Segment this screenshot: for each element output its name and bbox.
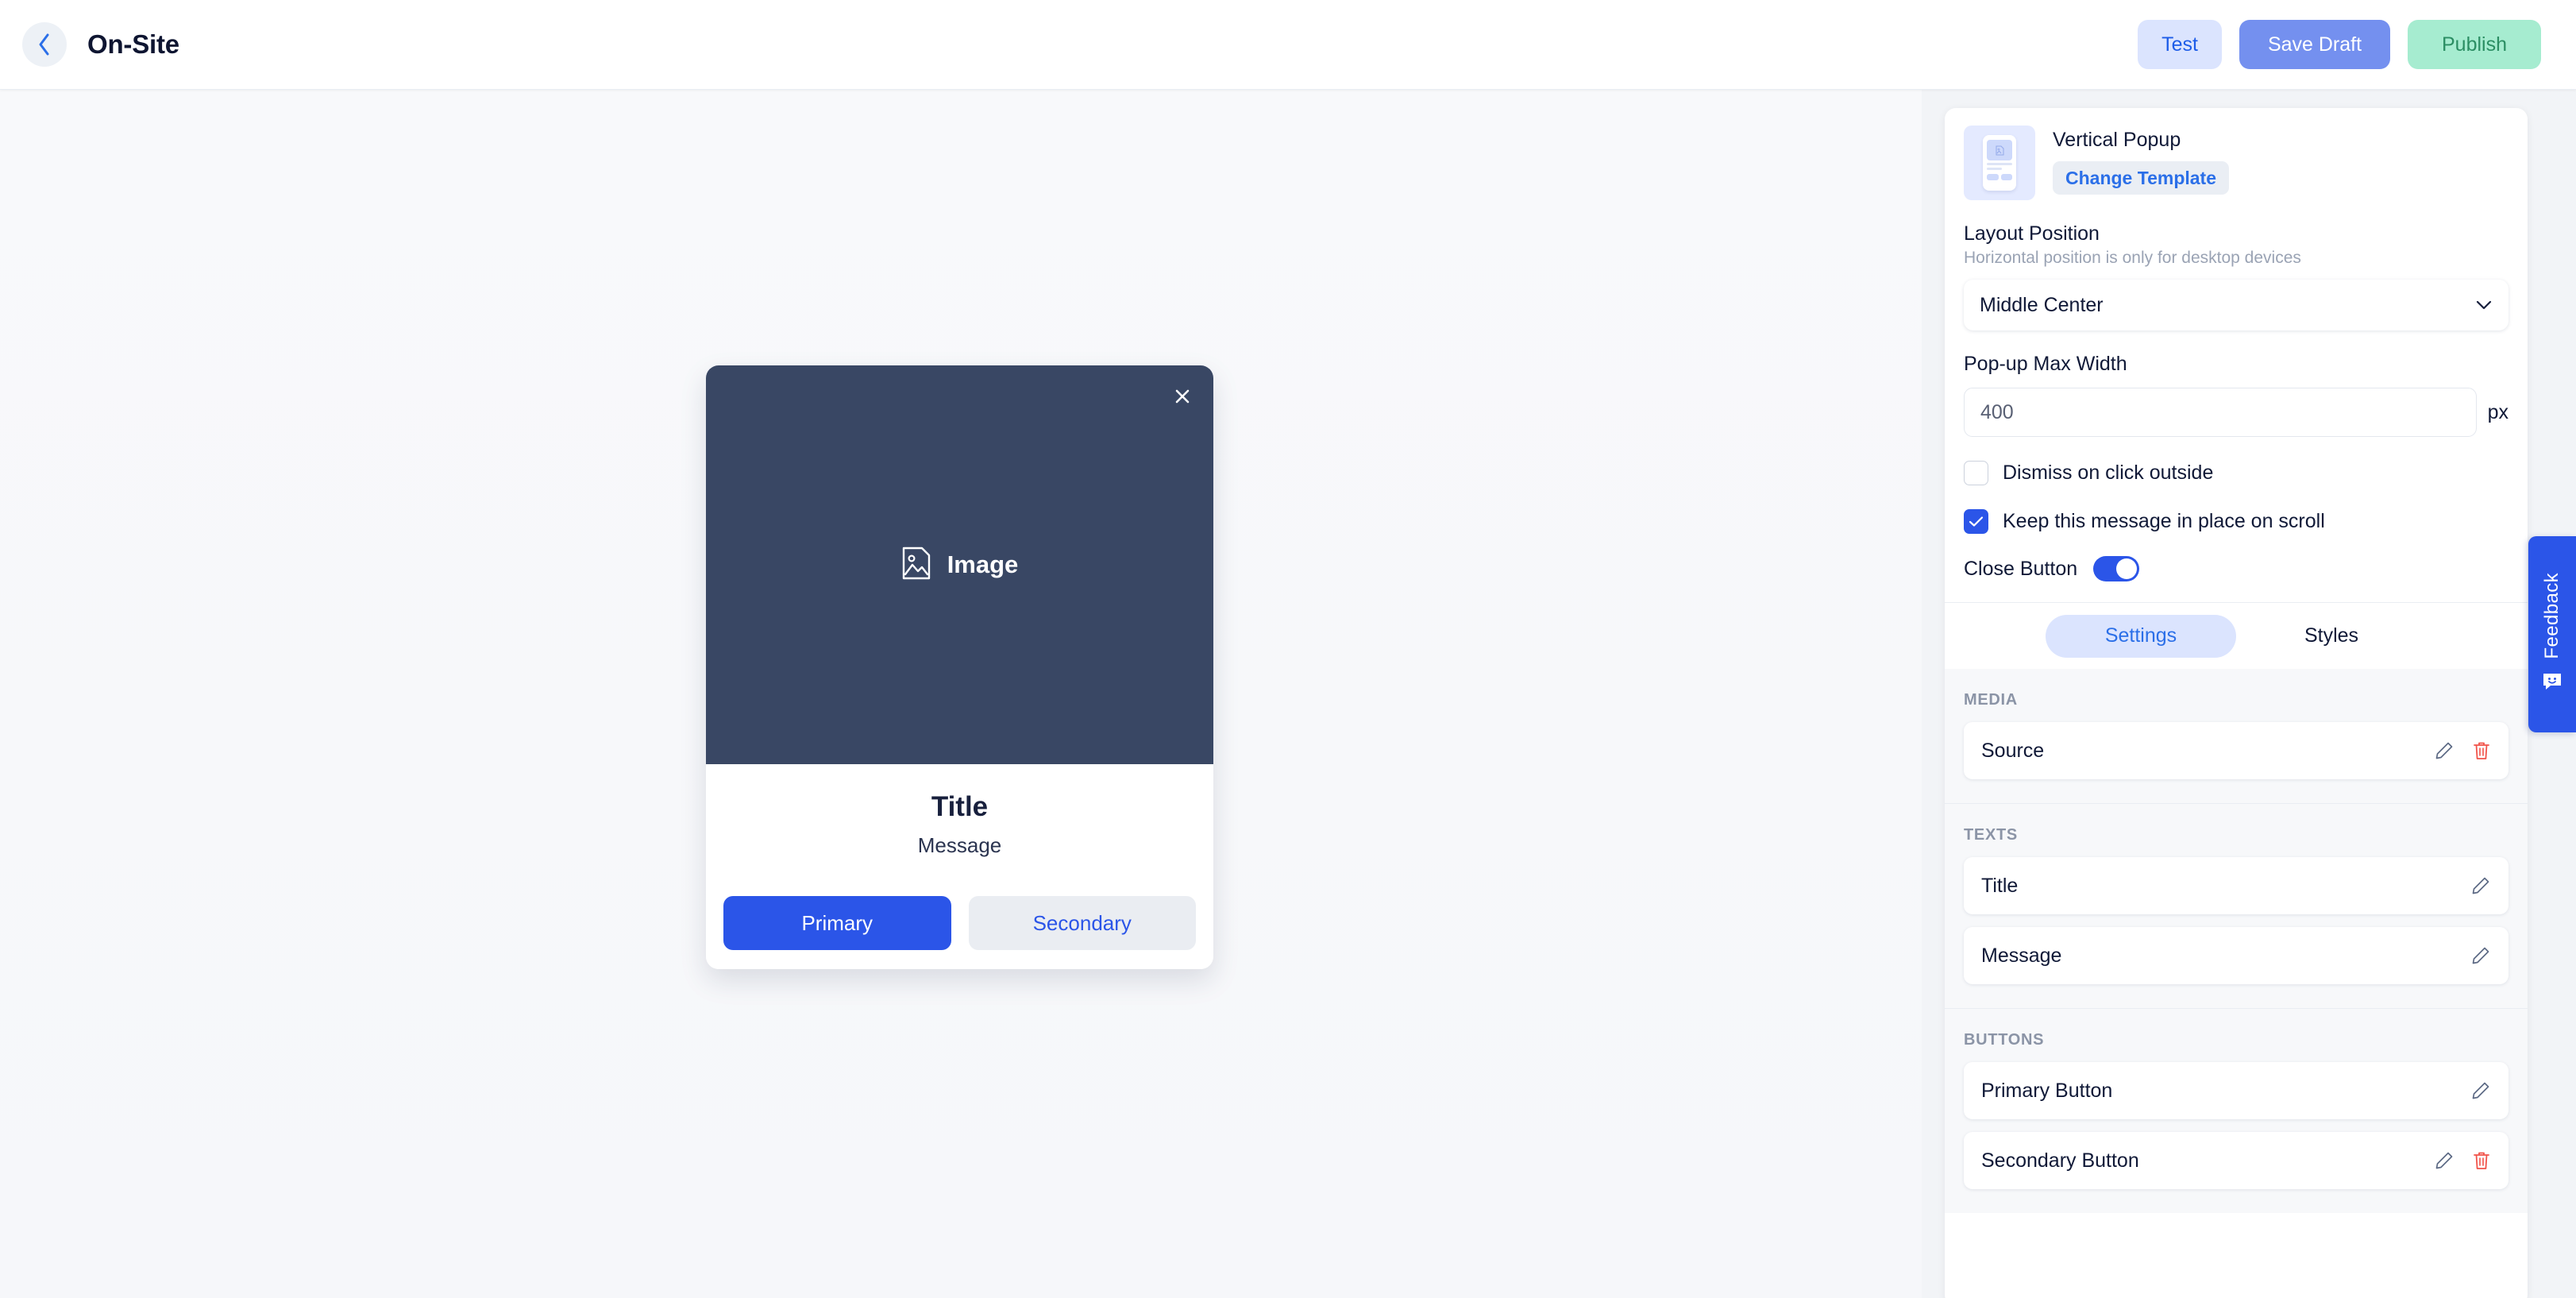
template-row: Vertical Popup Change Template (1945, 108, 2528, 200)
popup-secondary-button[interactable]: Secondary (968, 896, 1196, 950)
settings-panel: Vertical Popup Change Template Layout Po… (1922, 90, 2576, 1298)
settings-card: Vertical Popup Change Template Layout Po… (1945, 108, 2528, 1298)
smiley-chat-icon (2541, 671, 2563, 696)
list-item[interactable]: Source (1964, 722, 2509, 779)
row-label: Source (1981, 739, 2045, 762)
close-icon[interactable] (1167, 381, 1197, 411)
chevron-left-icon (37, 32, 52, 57)
layout-position-hint: Horizontal position is only for desktop … (1964, 249, 2301, 267)
popup-title: Title (931, 791, 989, 822)
section-media: MEDIA Source (1945, 669, 2528, 804)
max-width-row: px (1964, 388, 2509, 437)
popup-buttons: Primary Secondary (723, 896, 1196, 950)
section-texts-title: TEXTS (1964, 826, 2018, 844)
popup-media-area: Image (706, 365, 1213, 764)
save-draft-button[interactable]: Save Draft (2239, 20, 2390, 69)
keep-in-place-on-scroll-row[interactable]: Keep this message in place on scroll (1964, 509, 2509, 534)
section-texts: TEXTS Title Message (1945, 804, 2528, 1009)
panel-sections: MEDIA Source TEXTS Title Message BUTTONS… (1945, 669, 2528, 1213)
layout-position-field: Layout Position Horizontal position is o… (1945, 222, 2528, 602)
layout-position-value: Middle Center (1980, 293, 2104, 316)
test-button[interactable]: Test (2138, 20, 2222, 69)
popup-body: Title Message Primary Secondary (706, 764, 1213, 969)
back-button[interactable] (22, 22, 67, 67)
edit-pencil-icon[interactable] (2434, 1150, 2455, 1171)
feedback-label: Feedback (2541, 572, 2563, 659)
change-template-button[interactable]: Change Template (2053, 161, 2229, 195)
popup-preview: Image Title Message Primary Secondary (706, 365, 1213, 969)
section-buttons-title: BUTTONS (1964, 1031, 2045, 1049)
media-placeholder: Image (901, 546, 1019, 585)
max-width-unit: px (2487, 400, 2509, 423)
popup-message: Message (917, 833, 1002, 857)
media-placeholder-label: Image (947, 550, 1019, 578)
tab-styles[interactable]: Styles (2236, 615, 2427, 658)
edit-pencil-icon[interactable] (2470, 945, 2491, 966)
max-width-input[interactable] (1964, 388, 2477, 437)
close-button-toggle[interactable] (2093, 556, 2140, 581)
row-label: Secondary Button (1981, 1149, 2139, 1172)
list-item[interactable]: Secondary Button (1964, 1132, 2509, 1189)
edit-pencil-icon[interactable] (2470, 1080, 2491, 1101)
close-button-setting-row: Close Button (1964, 556, 2509, 602)
header-actions: Test Save Draft Publish (2138, 20, 2541, 69)
preview-canvas: Image Title Message Primary Secondary (0, 90, 1922, 1298)
section-media-title: MEDIA (1964, 691, 2018, 709)
dismiss-on-click-outside-checkbox[interactable] (1964, 461, 1988, 485)
app-root: On-Site Test Save Draft Publish Image Ti… (0, 0, 2576, 1298)
template-meta: Vertical Popup Change Template (2053, 126, 2229, 195)
layout-position-label: Layout Position (1964, 222, 2100, 245)
row-label: Message (1981, 944, 2062, 967)
delete-trash-icon[interactable] (2472, 1150, 2491, 1171)
chevron-down-icon (2475, 299, 2493, 311)
list-item[interactable]: Primary Button (1964, 1062, 2509, 1119)
tab-settings[interactable]: Settings (2046, 614, 2236, 658)
list-item[interactable]: Message (1964, 927, 2509, 984)
page-title: On-Site (87, 29, 179, 59)
template-name: Vertical Popup (2053, 129, 2181, 151)
dismiss-on-click-outside-row[interactable]: Dismiss on click outside (1964, 461, 2509, 485)
delete-trash-icon[interactable] (2472, 740, 2491, 761)
section-buttons: BUTTONS Primary Button Secondary Button (1945, 1009, 2528, 1213)
max-width-label: Pop-up Max Width (1964, 353, 2127, 375)
list-item[interactable]: Title (1964, 857, 2509, 914)
dismiss-on-click-outside-label: Dismiss on click outside (2003, 462, 2214, 484)
edit-pencil-icon[interactable] (2470, 875, 2491, 896)
edit-pencil-icon[interactable] (2434, 740, 2455, 761)
panel-tabs: Settings Styles (1945, 602, 2528, 669)
layout-position-select[interactable]: Middle Center (1964, 280, 2509, 330)
vertical-popup-template-icon (1964, 126, 2035, 200)
row-label: Primary Button (1981, 1079, 2113, 1102)
close-button-setting-label: Close Button (1964, 557, 2078, 580)
image-placeholder-icon (901, 546, 931, 585)
row-label: Title (1981, 874, 2019, 897)
popup-primary-button[interactable]: Primary (723, 896, 951, 950)
feedback-tab[interactable]: Feedback (2528, 536, 2576, 732)
keep-in-place-on-scroll-checkbox[interactable] (1964, 509, 1988, 534)
keep-in-place-on-scroll-label: Keep this message in place on scroll (2003, 510, 2325, 532)
app-header: On-Site Test Save Draft Publish (0, 0, 2576, 90)
publish-button[interactable]: Publish (2408, 20, 2541, 69)
